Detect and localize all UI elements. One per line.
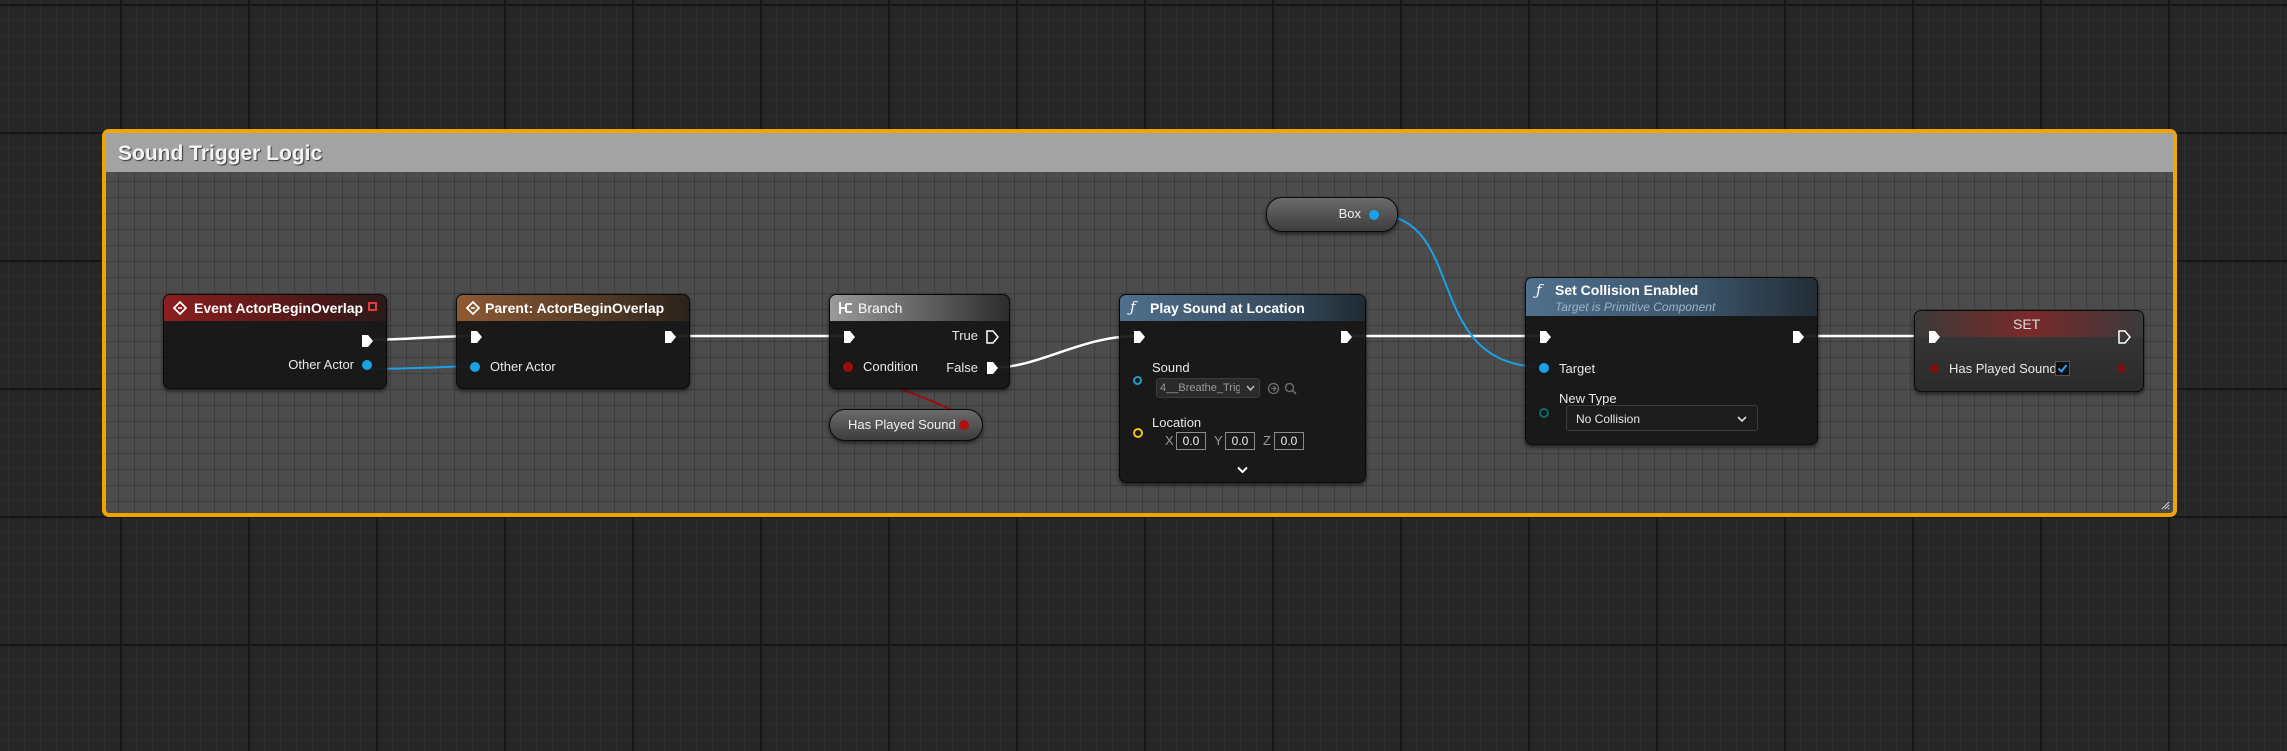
exec-in-pin[interactable]	[1538, 330, 1552, 344]
target-in-pin[interactable]	[1539, 363, 1549, 373]
variable-label: Box	[1338, 206, 1361, 221]
node-title: Parent: ActorBeginOverlap	[485, 300, 665, 316]
axis-label-x: X	[1165, 433, 1174, 448]
exec-false-out-pin[interactable]	[985, 361, 999, 375]
exec-out-pin[interactable]	[1339, 330, 1353, 344]
node-title: Branch	[858, 300, 903, 316]
resize-grip-icon[interactable]	[2160, 500, 2170, 510]
set-has-played-sound-node[interactable]: SET Has Played Sound	[1914, 310, 2144, 392]
new-type-dropdown[interactable]: No Collision	[1566, 405, 1758, 431]
exec-true-out-pin[interactable]	[985, 330, 999, 344]
location-in-pin[interactable]	[1133, 428, 1143, 438]
new-type-value: No Collision	[1576, 412, 1641, 426]
location-x-field[interactable]: 0.0	[1176, 432, 1206, 450]
exec-out-pin[interactable]	[360, 334, 374, 348]
comment-header[interactable]: Sound Trigger Logic	[106, 133, 2173, 172]
function-icon: ƒ	[1130, 298, 1136, 316]
has-played-sound-out-pin[interactable]	[2117, 364, 2126, 373]
chevron-down-icon	[1737, 416, 1747, 423]
pin-label-other-actor: Other Actor	[288, 357, 354, 372]
pin-label-condition: Condition	[863, 359, 918, 374]
location-z-field[interactable]: 0.0	[1274, 432, 1304, 450]
event-diamond-icon	[466, 301, 480, 315]
sound-asset-value: 4__Breathe_Trig	[1160, 382, 1240, 394]
exec-out-pin[interactable]	[663, 330, 677, 344]
new-type-in-pin[interactable]	[1539, 408, 1549, 418]
checkmark-icon	[2057, 364, 2068, 374]
exec-in-pin[interactable]	[842, 330, 856, 344]
exec-in-pin[interactable]	[1927, 330, 1941, 344]
play-sound-at-location-node[interactable]: ƒ Play Sound at Location Sound 4__Breath…	[1119, 294, 1366, 483]
condition-in-pin[interactable]	[843, 362, 853, 372]
variable-label: Has Played Sound	[848, 417, 956, 432]
node-header	[830, 295, 1009, 321]
use-selected-asset-icon[interactable]	[1267, 382, 1280, 395]
box-getter-node[interactable]: Box	[1266, 197, 1398, 232]
exec-out-pin[interactable]	[2117, 330, 2131, 344]
exec-in-pin[interactable]	[469, 330, 483, 344]
expand-chevron-icon[interactable]	[1237, 466, 1248, 474]
node-title: Event ActorBeginOverlap	[194, 300, 364, 316]
pin-label-has-played-sound: Has Played Sound	[1949, 361, 2057, 376]
has-played-sound-checkbox[interactable]	[2055, 361, 2070, 376]
set-collision-enabled-node[interactable]: ƒ Set Collision Enabled Target is Primit…	[1525, 277, 1818, 445]
pin-label-location: Location	[1152, 415, 1202, 430]
has-played-sound-in-pin[interactable]	[1930, 364, 1939, 373]
location-y-field[interactable]: 0.0	[1225, 432, 1255, 450]
has-played-sound-getter-node[interactable]: Has Played Sound	[829, 409, 983, 441]
pin-label-target: Target	[1559, 361, 1596, 376]
pin-label-other-actor: Other Actor	[490, 359, 556, 374]
node-title: Set Collision Enabled	[1555, 282, 1699, 298]
pin-label-new-type: New Type	[1559, 391, 1617, 406]
other-actor-out-pin[interactable]	[362, 360, 372, 370]
sound-in-pin[interactable]	[1133, 376, 1142, 385]
pin-label-true: True	[951, 328, 978, 343]
delegate-pin[interactable]	[368, 302, 377, 311]
event-diamond-icon	[173, 301, 187, 315]
branch-node[interactable]: Branch Condition True False	[829, 294, 1010, 389]
has-played-sound-out-pin[interactable]	[959, 420, 969, 430]
node-subtitle: Target is Primitive Component	[1555, 300, 1716, 314]
axis-label-z: Z	[1263, 433, 1271, 448]
pin-label-sound: Sound	[1152, 360, 1190, 375]
other-actor-in-pin[interactable]	[470, 362, 480, 372]
function-icon: ƒ	[1536, 281, 1542, 299]
sound-asset-dropdown[interactable]: 4__Breathe_Trig	[1156, 378, 1260, 398]
chevron-down-icon	[1246, 385, 1255, 392]
node-title: SET	[2013, 316, 2041, 332]
parent-actor-begin-overlap-node[interactable]: Parent: ActorBeginOverlap Other Actor	[456, 294, 690, 389]
branch-icon	[839, 302, 852, 314]
box-out-pin[interactable]	[1369, 210, 1379, 220]
exec-in-pin[interactable]	[1132, 330, 1146, 344]
exec-out-pin[interactable]	[1791, 330, 1805, 344]
pin-label-false: False	[946, 360, 978, 375]
browse-asset-search-icon[interactable]	[1284, 382, 1297, 395]
event-actor-begin-overlap-node[interactable]: Event ActorBeginOverlap Other Actor	[163, 294, 387, 389]
node-title: Play Sound at Location	[1150, 300, 1305, 316]
comment-title: Sound Trigger Logic	[118, 142, 323, 165]
axis-label-y: Y	[1214, 433, 1223, 448]
